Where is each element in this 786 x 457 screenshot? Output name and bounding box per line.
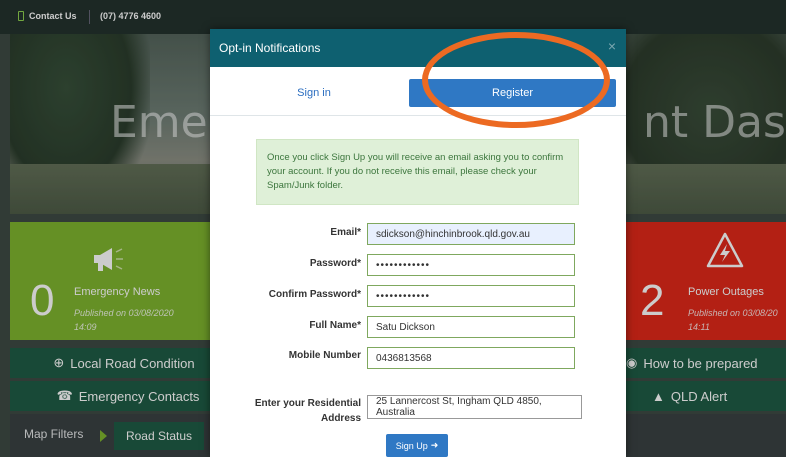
sign-up-button[interactable]: Sign Up ➜: [386, 434, 448, 457]
full-name-field[interactable]: Satu Dickson: [367, 316, 575, 338]
close-icon[interactable]: ×: [608, 38, 616, 54]
full-name-label: Full Name*: [309, 320, 361, 331]
email-field[interactable]: sdickson@hinchinbrook.qld.gov.au: [367, 223, 575, 245]
password-label: Password*: [309, 258, 361, 269]
signup-notice: Once you click Sign Up you will receive …: [256, 139, 579, 205]
sign-in-arrow-icon: ➜: [430, 440, 439, 450]
tab-sign-in[interactable]: Sign in: [270, 87, 358, 99]
address-field[interactable]: 25 Lannercost St, Ingham QLD 4850, Austr…: [367, 395, 582, 419]
confirm-password-label: Confirm Password*: [268, 289, 361, 300]
modal-title: Opt-in Notifications: [219, 41, 321, 55]
annotation-circle: [422, 32, 610, 128]
mobile-number-label: Mobile Number: [288, 350, 361, 361]
sign-up-label: Sign Up: [395, 440, 428, 451]
password-field[interactable]: ••••••••••••: [367, 254, 575, 276]
confirm-password-field[interactable]: ••••••••••••: [367, 285, 575, 307]
address-label: Enter your Residential Address: [254, 398, 361, 424]
email-label: Email*: [330, 227, 361, 238]
mobile-number-field[interactable]: 0436813568: [367, 347, 575, 369]
